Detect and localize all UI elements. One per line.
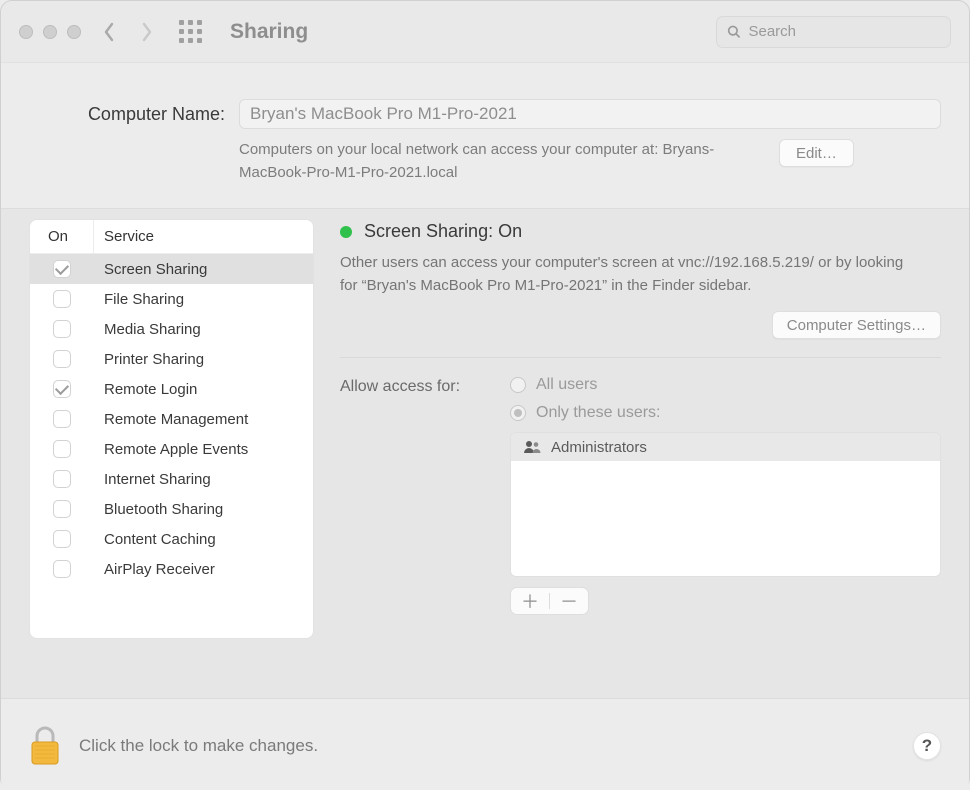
- service-label: Remote Login: [94, 381, 313, 398]
- close-window-button[interactable]: [19, 25, 33, 39]
- users-list[interactable]: Administrators: [510, 432, 941, 577]
- service-checkbox[interactable]: [53, 320, 71, 338]
- service-row[interactable]: Remote Apple Events: [30, 434, 313, 464]
- service-checkbox[interactable]: [53, 530, 71, 548]
- status-indicator-icon: [340, 226, 352, 238]
- allow-access-label: Allow access for:: [340, 376, 510, 396]
- service-label: Media Sharing: [94, 321, 313, 338]
- service-row[interactable]: AirPlay Receiver: [30, 554, 313, 584]
- lock-text: Click the lock to make changes.: [79, 736, 318, 756]
- service-label: Screen Sharing: [94, 261, 313, 278]
- search-input[interactable]: [748, 23, 940, 40]
- edit-button[interactable]: Edit…: [779, 139, 854, 167]
- service-checkbox[interactable]: [53, 290, 71, 308]
- window-controls: [19, 25, 81, 39]
- divider: [340, 357, 941, 358]
- status-title: Screen Sharing: On: [364, 221, 522, 242]
- service-checkbox[interactable]: [53, 380, 71, 398]
- window-title: Sharing: [230, 20, 308, 44]
- service-row[interactable]: Screen Sharing: [30, 254, 313, 284]
- users-icon: [523, 440, 541, 454]
- service-checkbox[interactable]: [53, 500, 71, 518]
- zoom-window-button[interactable]: [67, 25, 81, 39]
- remove-user-button[interactable]: －: [550, 588, 588, 614]
- service-label: Remote Management: [94, 411, 313, 428]
- computer-name-description: Computers on your local network can acce…: [239, 139, 759, 184]
- show-all-icon[interactable]: [179, 20, 202, 43]
- service-checkbox[interactable]: [53, 410, 71, 428]
- radio-all-users-label: All users: [536, 376, 597, 394]
- computer-name-label: Computer Name:: [29, 104, 229, 125]
- service-row[interactable]: File Sharing: [30, 284, 313, 314]
- radio-icon: [510, 377, 526, 393]
- service-row[interactable]: Media Sharing: [30, 314, 313, 344]
- services-table: On Service Screen Sharing File Sharing Med…: [29, 219, 314, 639]
- service-label: AirPlay Receiver: [94, 561, 313, 578]
- lock-icon[interactable]: [29, 726, 61, 766]
- search-icon: [727, 24, 740, 39]
- service-checkbox[interactable]: [53, 470, 71, 488]
- column-service[interactable]: Service: [94, 228, 313, 245]
- radio-all-users[interactable]: All users: [510, 376, 941, 394]
- service-label: Remote Apple Events: [94, 441, 313, 458]
- user-row[interactable]: Administrators: [511, 433, 940, 461]
- service-detail: Screen Sharing: On Other users can acces…: [340, 219, 941, 698]
- search-field[interactable]: [716, 16, 951, 48]
- service-label: Bluetooth Sharing: [94, 501, 313, 518]
- service-checkbox[interactable]: [53, 260, 71, 278]
- services-panel: On Service Screen Sharing File Sharing Med…: [29, 219, 314, 698]
- service-label: Internet Sharing: [94, 471, 313, 488]
- access-radio-group: All users Only these users:: [510, 376, 941, 422]
- footer: Click the lock to make changes. ?: [1, 698, 969, 790]
- main-content: On Service Screen Sharing File Sharing Med…: [1, 208, 969, 698]
- radio-only-these-users[interactable]: Only these users:: [510, 404, 941, 422]
- service-label: Printer Sharing: [94, 351, 313, 368]
- nav-buttons: [103, 22, 153, 42]
- help-button[interactable]: ?: [913, 732, 941, 760]
- radio-only-these-users-label: Only these users:: [536, 404, 661, 422]
- status-description: Other users can access your computer's s…: [340, 252, 920, 297]
- service-row[interactable]: Bluetooth Sharing: [30, 494, 313, 524]
- service-row[interactable]: Remote Login: [30, 374, 313, 404]
- service-row[interactable]: Remote Management: [30, 404, 313, 434]
- back-button[interactable]: [103, 22, 115, 42]
- computer-name-section: Computer Name: Bryan's MacBook Pro M1-Pr…: [1, 63, 969, 208]
- services-header: On Service: [30, 220, 313, 254]
- computer-settings-button[interactable]: Computer Settings…: [772, 311, 941, 339]
- toolbar: Sharing: [1, 1, 969, 63]
- service-label: File Sharing: [94, 291, 313, 308]
- add-remove-control: ＋ －: [510, 587, 589, 615]
- service-checkbox[interactable]: [53, 440, 71, 458]
- add-user-button[interactable]: ＋: [511, 588, 549, 614]
- service-checkbox[interactable]: [53, 560, 71, 578]
- minimize-window-button[interactable]: [43, 25, 57, 39]
- user-name: Administrators: [551, 439, 647, 456]
- computer-name-value: Bryan's MacBook Pro M1-Pro-2021: [250, 104, 517, 124]
- computer-name-field[interactable]: Bryan's MacBook Pro M1-Pro-2021: [239, 99, 941, 129]
- forward-button[interactable]: [141, 22, 153, 42]
- radio-icon: [510, 405, 526, 421]
- service-row[interactable]: Printer Sharing: [30, 344, 313, 374]
- service-row[interactable]: Internet Sharing: [30, 464, 313, 494]
- service-row[interactable]: Content Caching: [30, 524, 313, 554]
- column-on[interactable]: On: [30, 220, 94, 253]
- service-label: Content Caching: [94, 531, 313, 548]
- service-checkbox[interactable]: [53, 350, 71, 368]
